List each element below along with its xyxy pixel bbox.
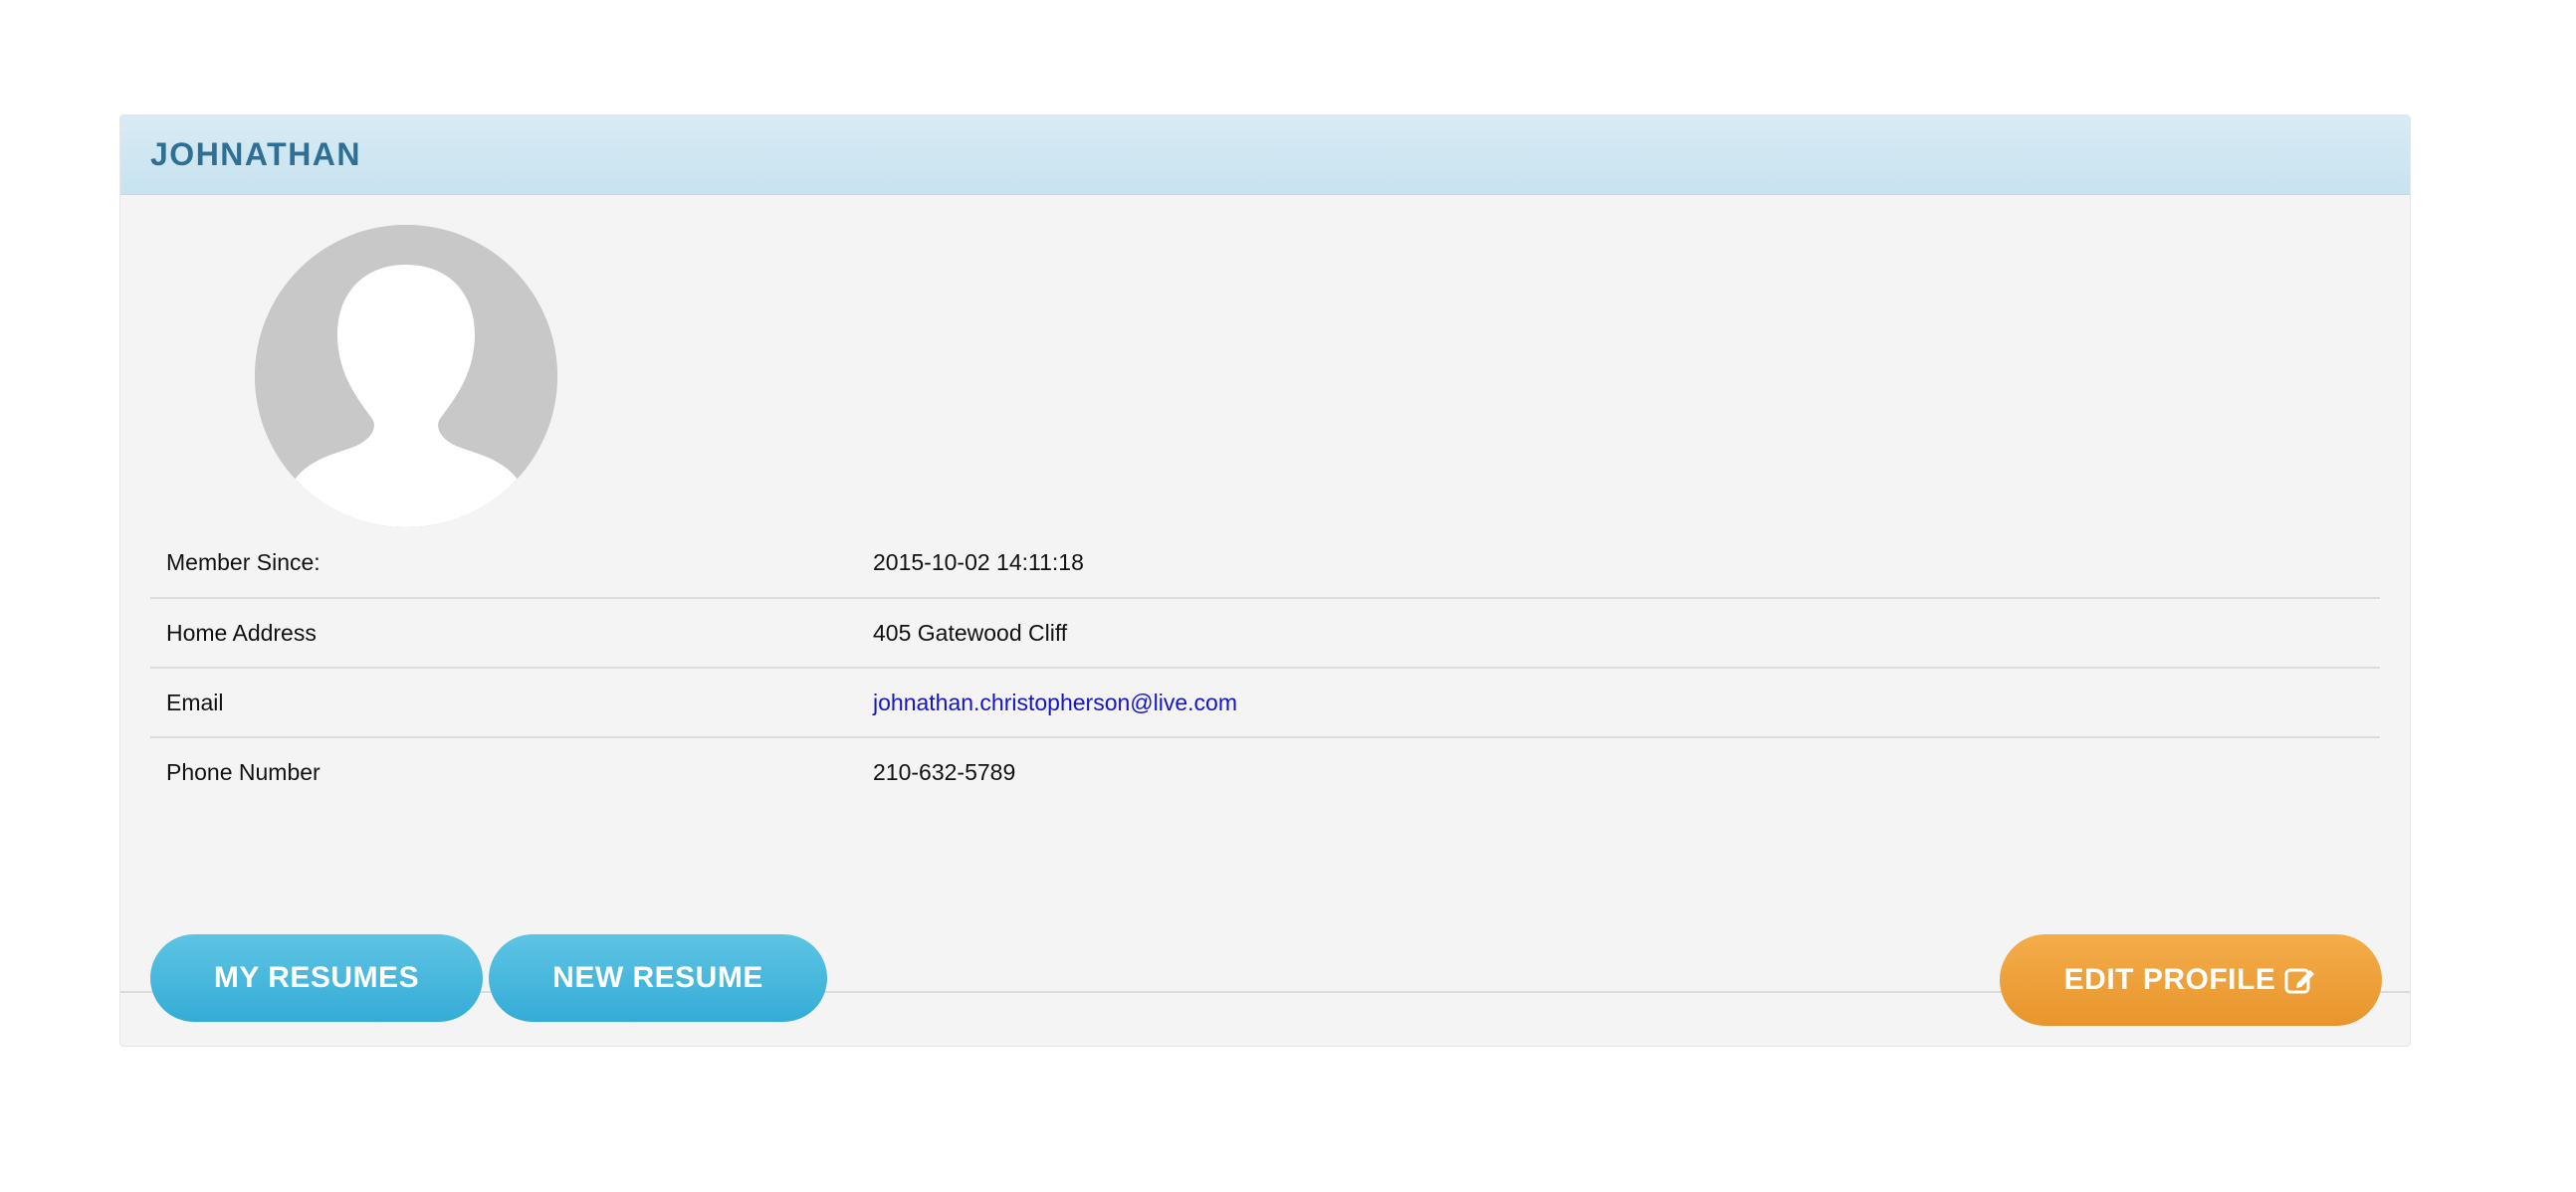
edit-icon (2284, 968, 2315, 994)
table-row: Home Address 405 Gatewood Cliff (150, 598, 2380, 668)
table-row: Email johnathan.christopherson@live.com (150, 668, 2380, 737)
phone-number-value: 210-632-5789 (873, 759, 1016, 785)
profile-details-table: Member Since: 2015-10-02 14:11:18 Home A… (150, 528, 2380, 807)
table-row: Member Since: 2015-10-02 14:11:18 (150, 528, 2380, 598)
table-row: Phone Number 210-632-5789 (150, 737, 2380, 807)
avatar (255, 225, 557, 527)
my-resumes-label: MY RESUMES (213, 961, 420, 994)
email-cell: johnathan.christopherson@live.com (857, 668, 2380, 737)
my-resumes-button[interactable]: MY RESUMES (150, 934, 483, 1022)
edit-profile-button[interactable]: EDIT PROFILE (2000, 934, 2382, 1026)
edit-profile-label: EDIT PROFILE (2063, 963, 2276, 996)
user-avatar-icon (255, 225, 557, 527)
member-since-value: 2015-10-02 14:11:18 (873, 549, 1084, 575)
profile-panel: JOHNATHAN Member Since: 2015-10-02 14:11… (119, 114, 2411, 1047)
member-since-label: Member Since: (166, 549, 321, 575)
home-address-label: Home Address (166, 619, 317, 646)
profile-body: Member Since: 2015-10-02 14:11:18 Home A… (120, 195, 2410, 956)
home-address-value: 405 Gatewood Cliff (873, 619, 1068, 646)
profile-header: JOHNATHAN (120, 115, 2410, 195)
new-resume-label: NEW RESUME (552, 961, 763, 994)
phone-number-label: Phone Number (166, 759, 321, 785)
email-label: Email (166, 689, 224, 715)
profile-name: JOHNATHAN (150, 136, 362, 172)
email-link[interactable]: johnathan.christopherson@live.com (873, 690, 1237, 715)
new-resume-button[interactable]: NEW RESUME (489, 934, 827, 1022)
